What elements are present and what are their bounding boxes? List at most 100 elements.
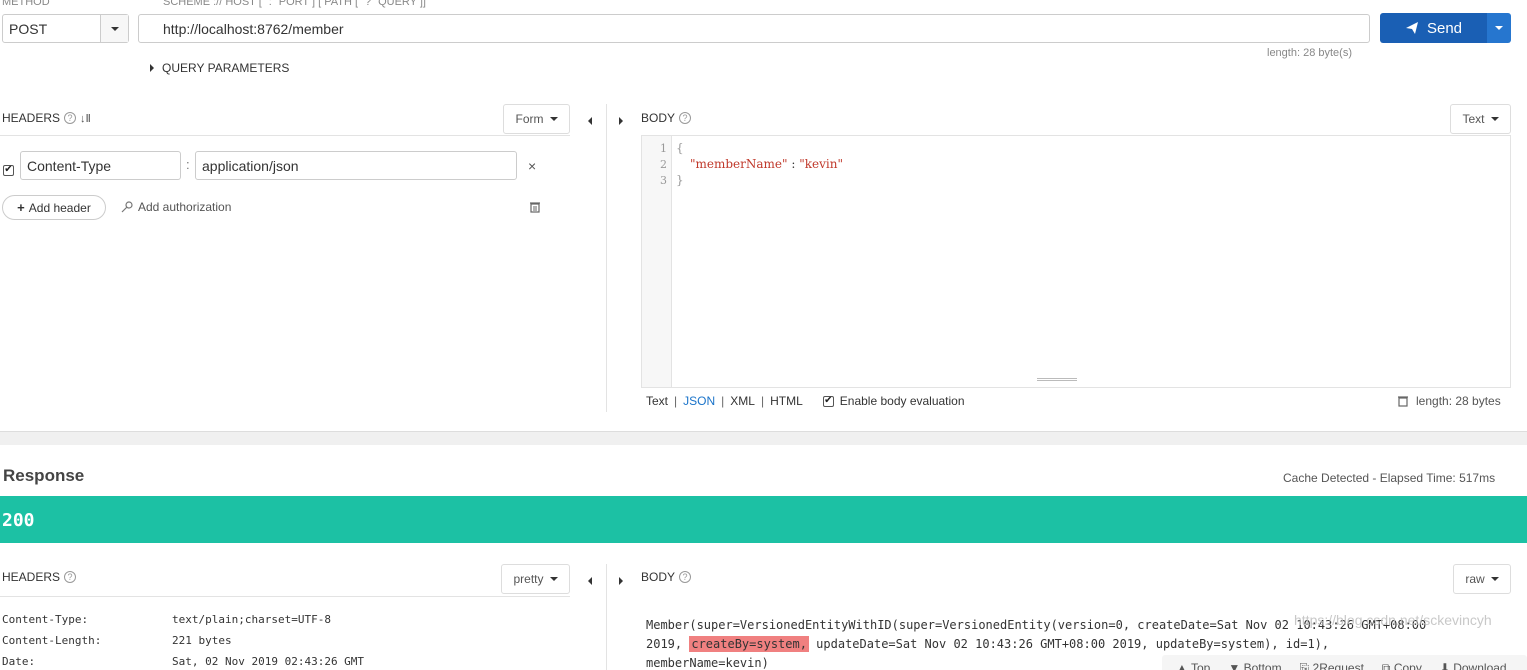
enable-evaluation-toggle[interactable]: ✔ Enable body evaluation <box>822 394 965 408</box>
format-xml[interactable]: XML <box>730 394 755 408</box>
trash-icon[interactable] <box>1398 395 1408 407</box>
url-format-label: SCHEME :// HOST [ ":" PORT ] [ PATH [ "?… <box>163 0 426 8</box>
response-header-name: Date: <box>2 655 36 668</box>
url-length: length: 28 byte(s) <box>1267 47 1352 59</box>
add-header-label: Add header <box>28 200 91 215</box>
response-body-mode-dropdown[interactable]: raw <box>1453 564 1511 594</box>
collapse-left-icon[interactable] <box>588 574 592 588</box>
send-label: Send <box>1426 19 1463 37</box>
line-number: 1 <box>660 142 667 155</box>
response-toolbar: ▲ Top ▼ Bottom ⎘ 2Request ⧉ Copy ⬇ Downl… <box>1162 655 1527 670</box>
section-separator <box>0 431 1527 445</box>
response-body-line: 2019, createBy=system, updateDate=Sat No… <box>646 635 1511 654</box>
request-body-title: BODY ? <box>641 111 692 125</box>
chevron-down-icon <box>1490 577 1499 581</box>
code-line: { <box>676 141 684 155</box>
response-headers-mode-dropdown[interactable]: pretty <box>501 564 570 594</box>
format-json[interactable]: JSON <box>683 394 715 408</box>
bottom-label: Bottom <box>1243 661 1282 670</box>
body-length-text: length: 28 bytes <box>1416 394 1501 408</box>
body-title-text: BODY <box>641 111 676 125</box>
chevron-down-icon <box>110 26 119 31</box>
json-colon: : <box>787 157 800 171</box>
chevron-right-icon <box>150 64 154 72</box>
copy-button[interactable]: ⧉ Copy <box>1382 661 1422 670</box>
response-header-value: Sat, 02 Nov 2019 02:43:26 GMT <box>172 655 365 668</box>
query-parameters-label: QUERY PARAMETERS <box>162 61 290 75</box>
collapse-left-icon[interactable] <box>588 114 592 128</box>
method-label: METHOD <box>2 0 50 8</box>
headers-mode-label: Form <box>515 112 544 126</box>
format-text[interactable]: Text <box>646 394 668 408</box>
add-authorization-link[interactable]: Add authorization <box>121 200 231 214</box>
headers-mode-dropdown[interactable]: Form <box>503 104 570 134</box>
body-mode-dropdown[interactable]: Text <box>1450 104 1511 134</box>
add-header-button[interactable]: + Add header <box>2 195 106 220</box>
headers-mode-label: pretty <box>513 572 544 586</box>
send-button[interactable]: Send <box>1380 13 1487 43</box>
code-line: } <box>676 173 684 187</box>
help-icon[interactable]: ? <box>64 571 77 583</box>
response-headers-title: HEADERS ? <box>2 570 77 584</box>
query-parameters-toggle[interactable]: QUERY PARAMETERS <box>150 61 289 75</box>
header-key-input[interactable]: Content-Type <box>20 151 181 180</box>
code-line: "memberName" : "kevin" <box>690 157 843 171</box>
line-number-gutter: 1 2 3 <box>642 136 672 387</box>
method-value: POST <box>9 21 48 37</box>
body-format-bar: Text | JSON | XML | HTML ✔ Enable body e… <box>646 394 965 408</box>
url-input[interactable]: http://localhost:8762/member <box>138 14 1370 43</box>
top-button[interactable]: ▲ Top <box>1176 661 1210 670</box>
headers-title-text: HEADERS <box>2 111 61 125</box>
body-mode-label: raw <box>1465 572 1485 586</box>
editor-resize-handle[interactable] <box>1037 378 1077 381</box>
format-html[interactable]: HTML <box>770 394 803 408</box>
help-icon[interactable]: ? <box>679 112 692 124</box>
method-select[interactable]: POST <box>2 14 129 43</box>
method-dropdown-toggle[interactable] <box>100 15 128 42</box>
enable-evaluation-label: Enable body evaluation <box>839 394 965 408</box>
key-icon <box>121 201 133 213</box>
header-value-input[interactable]: application/json <box>195 151 517 180</box>
sort-icon[interactable]: ↓Ⅱ <box>80 112 91 125</box>
add-authorization-label: Add authorization <box>138 200 232 214</box>
trash-icon[interactable] <box>530 201 540 216</box>
checkbox[interactable]: ✔ <box>822 395 834 407</box>
divider <box>0 135 570 136</box>
plus-icon: + <box>17 200 25 215</box>
copy-label: Copy <box>1393 661 1422 670</box>
body-editor[interactable]: 1 2 3 { "memberName" : "kevin" } <box>641 135 1511 388</box>
expand-right-icon[interactable] <box>619 114 623 128</box>
status-bar <box>0 496 1527 543</box>
response-header-name: Content-Length: <box>2 634 102 647</box>
close-icon[interactable]: × <box>528 158 536 174</box>
help-icon[interactable]: ? <box>679 571 692 583</box>
response-header-value: text/plain;charset=UTF-8 <box>172 613 331 626</box>
expand-right-icon[interactable] <box>619 574 623 588</box>
watermark: https://blog.csdn.net/sckevincyh <box>1294 612 1492 628</box>
highlighted-text: createBy=system, <box>689 636 809 652</box>
body-length: length: 28 bytes <box>1398 394 1501 408</box>
chevron-down-icon <box>549 577 558 581</box>
request-button[interactable]: ⎘ 2Request <box>1300 661 1364 670</box>
top-label: Top <box>1191 661 1211 670</box>
help-icon[interactable]: ? <box>64 112 77 124</box>
send-options-button[interactable] <box>1487 13 1511 43</box>
separator: | <box>760 394 765 408</box>
headers-title-text: HEADERS <box>2 570 61 584</box>
request-label: 2Request <box>1312 661 1364 670</box>
paper-plane-icon <box>1405 22 1418 34</box>
response-header-name: Content-Type: <box>2 613 89 626</box>
line-number: 3 <box>660 174 667 187</box>
header-enabled-checkbox[interactable]: ✔ <box>3 161 14 176</box>
status-code: 200 <box>2 510 35 531</box>
body-mode-label: Text <box>1462 112 1485 126</box>
panel-divider <box>606 104 607 412</box>
json-key: "memberName" <box>690 157 788 171</box>
request-headers-title: HEADERS ? ↓Ⅱ <box>2 111 91 125</box>
download-button[interactable]: ⬇ Download <box>1440 661 1507 670</box>
separator: | <box>721 394 725 408</box>
bottom-button[interactable]: ▼ Bottom <box>1228 661 1281 670</box>
response-header-value: 221 bytes <box>172 634 232 647</box>
chevron-down-icon <box>1495 26 1503 30</box>
json-value: "kevin" <box>799 157 843 171</box>
